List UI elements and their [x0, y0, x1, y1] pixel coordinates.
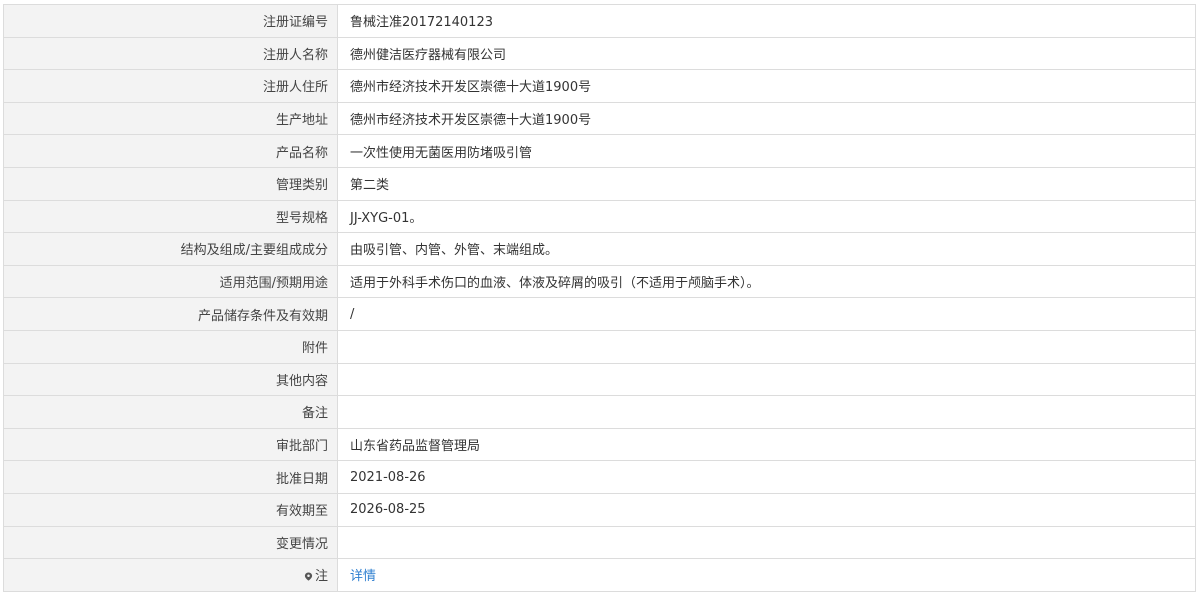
table-row: 产品名称 一次性使用无菌医用防堵吸引管 [3, 134, 1196, 168]
row-value-remarks [337, 395, 1196, 429]
table-row: 型号规格 JJ-XYG-01。 [3, 199, 1196, 234]
table-row: 有效期至 2026-08-25 [3, 492, 1196, 527]
registration-detail-table: 注册证编号 鲁械注准20172140123 注册人名称 德州健洁医疗器械有限公司… [3, 4, 1196, 592]
row-label-registration-number: 注册证编号 [3, 4, 338, 38]
row-label-valid-until: 有效期至 [3, 492, 338, 527]
table-row: 审批部门 山东省药品监督管理局 [3, 427, 1196, 462]
table-row: 注 详情 [3, 558, 1196, 592]
details-link[interactable]: 详情 [350, 569, 376, 584]
row-value-production-address: 德州市经济技术开发区崇德十大道1900号 [337, 101, 1196, 136]
table-row: 适用范围/预期用途 适用于外科手术伤口的血液、体液及碎屑的吸引（不适用于颅脑手术… [3, 264, 1196, 299]
table-row: 注册人名称 德州健洁医疗器械有限公司 [3, 36, 1196, 71]
row-value-other-content [337, 362, 1196, 397]
row-label-registrant-address: 注册人住所 [3, 69, 338, 103]
table-row: 注册人住所 德州市经济技术开发区崇德十大道1900号 [3, 69, 1196, 103]
row-value-change-history [337, 525, 1196, 560]
row-label-product-name: 产品名称 [3, 134, 338, 168]
note-label-text: 注 [314, 569, 328, 585]
row-value-approval-department: 山东省药品监督管理局 [337, 427, 1196, 462]
row-label-approval-date: 批准日期 [3, 460, 338, 494]
row-value-registration-number: 鲁械注准20172140123 [337, 4, 1196, 38]
row-label-storage: 产品储存条件及有效期 [3, 297, 338, 331]
row-label-remarks: 备注 [3, 395, 338, 429]
table-row: 产品储存条件及有效期 / [3, 297, 1196, 331]
table-row: 备注 [3, 395, 1196, 429]
table-row: 生产地址 德州市经济技术开发区崇德十大道1900号 [3, 101, 1196, 136]
row-value-model-spec: JJ-XYG-01。 [337, 199, 1196, 234]
row-value-intended-use: 适用于外科手术伤口的血液、体液及碎屑的吸引（不适用于颅脑手术）。 [337, 264, 1196, 299]
row-label-model-spec: 型号规格 [3, 199, 338, 234]
row-value-note: 详情 [337, 558, 1196, 592]
table-row: 注册证编号 鲁械注准20172140123 [3, 4, 1196, 38]
row-value-structure: 由吸引管、内管、外管、末端组成。 [337, 232, 1196, 266]
row-value-valid-until: 2026-08-25 [337, 492, 1196, 527]
row-label-change-history: 变更情况 [3, 525, 338, 560]
row-label-intended-use: 适用范围/预期用途 [3, 264, 338, 299]
row-label-approval-department: 审批部门 [3, 427, 338, 462]
row-value-registrant-address: 德州市经济技术开发区崇德十大道1900号 [337, 69, 1196, 103]
row-label-other-content: 其他内容 [3, 362, 338, 397]
row-label-note: 注 [3, 558, 338, 592]
row-value-management-category: 第二类 [337, 166, 1196, 201]
row-label-attachment: 附件 [3, 329, 338, 364]
row-value-storage: / [337, 297, 1196, 331]
row-value-registrant-name: 德州健洁医疗器械有限公司 [337, 36, 1196, 71]
table-row: 其他内容 [3, 362, 1196, 397]
table-row: 批准日期 2021-08-26 [3, 460, 1196, 494]
row-value-approval-date: 2021-08-26 [337, 460, 1196, 494]
row-label-structure: 结构及组成/主要组成成分 [3, 232, 338, 266]
pin-icon [304, 572, 313, 582]
row-label-production-address: 生产地址 [3, 101, 338, 136]
table-row: 变更情况 [3, 525, 1196, 560]
table-row: 管理类别 第二类 [3, 166, 1196, 201]
row-value-attachment [337, 329, 1196, 364]
row-label-management-category: 管理类别 [3, 166, 338, 201]
table-row: 附件 [3, 329, 1196, 364]
row-value-product-name: 一次性使用无菌医用防堵吸引管 [337, 134, 1196, 168]
row-label-registrant-name: 注册人名称 [3, 36, 338, 71]
table-row: 结构及组成/主要组成成分 由吸引管、内管、外管、末端组成。 [3, 232, 1196, 266]
